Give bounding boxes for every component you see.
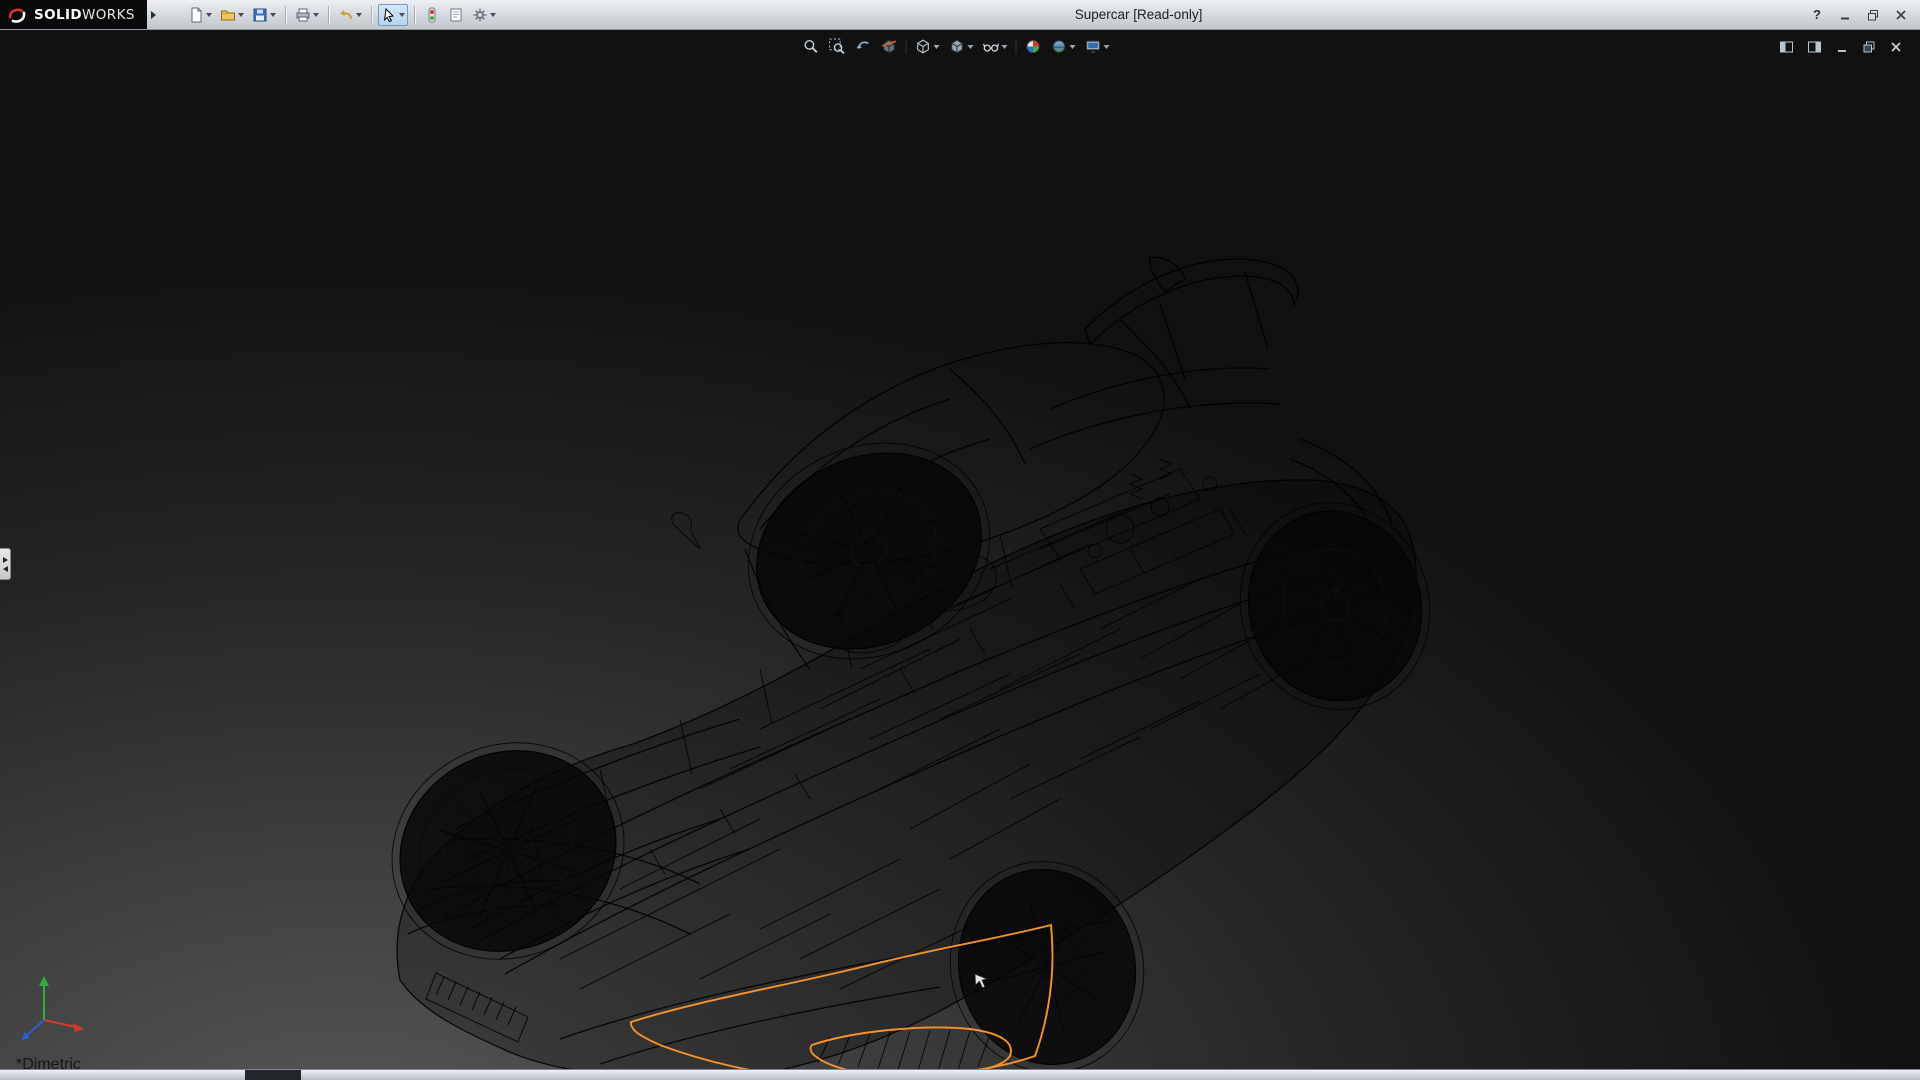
pane-left-button[interactable] bbox=[1776, 37, 1797, 57]
pane-left-icon bbox=[1779, 40, 1794, 54]
new-document-button[interactable] bbox=[185, 4, 215, 26]
view-settings-button[interactable] bbox=[1082, 35, 1113, 58]
open-button[interactable] bbox=[217, 4, 247, 26]
model-wireframe-supercar[interactable] bbox=[0, 29, 1920, 1070]
window-title: Supercar [Read-only] bbox=[1075, 0, 1203, 29]
document-restore-button[interactable] bbox=[1859, 37, 1879, 57]
toolbar-separator bbox=[328, 6, 329, 24]
document-minimize-icon bbox=[1835, 40, 1849, 54]
toolbar-separator bbox=[414, 6, 415, 24]
undo-button[interactable] bbox=[335, 4, 365, 26]
display-style-cube-icon bbox=[949, 38, 966, 55]
apply-scene-button[interactable] bbox=[1048, 35, 1079, 58]
graphics-viewport[interactable]: *Dimetric bbox=[0, 29, 1920, 1070]
section-view-button[interactable] bbox=[878, 35, 901, 58]
document-minimize-button[interactable] bbox=[1832, 37, 1852, 57]
view-orientation-label: *Dimetric bbox=[16, 1056, 81, 1070]
menubar: SOLIDWORKS bbox=[0, 0, 1920, 30]
select-button[interactable] bbox=[378, 4, 408, 26]
menu-expand-arrow[interactable] bbox=[147, 0, 161, 29]
dassault-systemes-logo-icon bbox=[6, 4, 28, 26]
print-icon bbox=[295, 7, 311, 23]
options-button[interactable] bbox=[469, 4, 499, 26]
feature-pane-splitter[interactable] bbox=[0, 548, 11, 580]
undo-arrow-icon bbox=[338, 7, 354, 23]
document-close-button[interactable] bbox=[1886, 37, 1906, 57]
save-button[interactable] bbox=[249, 4, 279, 26]
taskbar[interactable] bbox=[0, 1069, 1920, 1080]
close-button[interactable] bbox=[1890, 5, 1912, 25]
window-controls: ? bbox=[1806, 0, 1912, 29]
scene-sphere-icon bbox=[1051, 38, 1068, 55]
appearance-ball-icon bbox=[1025, 38, 1042, 55]
pane-right-button[interactable] bbox=[1804, 37, 1825, 57]
toolbar-separator bbox=[1016, 39, 1017, 54]
view-orientation-cube-icon bbox=[915, 38, 932, 55]
document-restore-icon bbox=[1862, 40, 1876, 54]
hide-show-items-button[interactable] bbox=[980, 35, 1011, 58]
display-style-button[interactable] bbox=[946, 35, 977, 58]
minimize-icon bbox=[1839, 9, 1851, 21]
solidworks-wordmark: SOLIDWORKS bbox=[34, 7, 135, 23]
zoom-to-fit-button[interactable] bbox=[800, 35, 823, 58]
open-folder-icon bbox=[220, 7, 236, 23]
reference-triad bbox=[18, 968, 98, 1042]
restore-button[interactable] bbox=[1862, 5, 1884, 25]
toolbar-separator bbox=[285, 6, 286, 24]
previous-view-icon bbox=[855, 38, 872, 55]
file-properties-button[interactable] bbox=[445, 4, 467, 26]
eyeglasses-icon bbox=[983, 38, 1000, 55]
expand-pane-arrow-icon bbox=[3, 557, 8, 563]
previous-view-button[interactable] bbox=[852, 35, 875, 58]
rebuild-traffic-light-icon bbox=[424, 7, 440, 23]
collapse-pane-arrow-icon bbox=[3, 566, 8, 572]
section-view-icon bbox=[881, 38, 898, 55]
solidworks-logo[interactable]: SOLIDWORKS bbox=[0, 0, 147, 29]
toolbar-separator bbox=[371, 6, 372, 24]
zoom-to-area-button[interactable] bbox=[826, 35, 849, 58]
taskbar-item[interactable] bbox=[245, 1070, 301, 1080]
zoom-fit-icon bbox=[803, 38, 820, 55]
heads-up-view-toolbar bbox=[800, 35, 1113, 58]
file-properties-icon bbox=[448, 7, 464, 23]
zoom-area-icon bbox=[829, 38, 846, 55]
help-icon: ? bbox=[1813, 7, 1821, 22]
standard-toolbar bbox=[185, 4, 499, 26]
restore-icon bbox=[1867, 9, 1879, 21]
edit-appearance-button[interactable] bbox=[1022, 35, 1045, 58]
pane-right-icon bbox=[1807, 40, 1822, 54]
help-button[interactable]: ? bbox=[1806, 5, 1828, 25]
toolbar-separator bbox=[906, 39, 907, 54]
document-close-icon bbox=[1889, 40, 1903, 54]
view-orientation-button[interactable] bbox=[912, 35, 943, 58]
rebuild-button[interactable] bbox=[421, 4, 443, 26]
document-window-controls bbox=[1776, 37, 1906, 57]
view-settings-icon bbox=[1085, 38, 1102, 55]
print-button[interactable] bbox=[292, 4, 322, 26]
solidworks-window: SOLIDWORKS bbox=[0, 0, 1920, 1080]
save-icon bbox=[252, 7, 268, 23]
select-cursor-icon bbox=[381, 7, 397, 23]
minimize-button[interactable] bbox=[1834, 5, 1856, 25]
new-document-icon bbox=[188, 7, 204, 23]
close-icon bbox=[1895, 9, 1907, 21]
options-gear-icon bbox=[472, 7, 488, 23]
